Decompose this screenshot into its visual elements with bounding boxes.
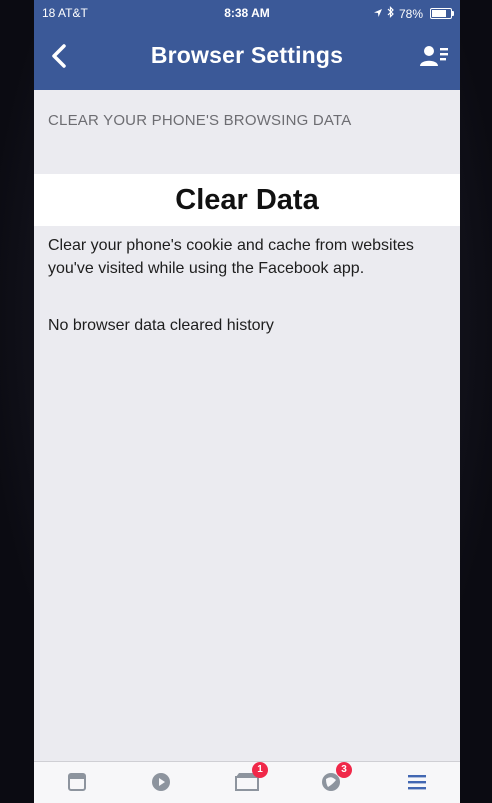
status-bar: 18 AT&T 8:38 AM 78% xyxy=(34,0,460,26)
video-icon xyxy=(150,771,172,798)
news-feed-icon xyxy=(66,771,88,798)
notifications-badge: 3 xyxy=(336,762,352,778)
tab-marketplace[interactable]: 1 xyxy=(230,762,268,798)
clear-data-description: Clear your phone's cookie and cache from… xyxy=(48,237,414,277)
tab-news-feed[interactable] xyxy=(60,770,94,798)
tab-notifications[interactable]: 3 xyxy=(314,762,352,798)
status-right-group: 78% xyxy=(373,6,454,21)
profile-button[interactable] xyxy=(418,42,450,70)
tab-video[interactable] xyxy=(144,770,178,798)
tab-menu[interactable] xyxy=(400,770,434,798)
top-bar: 18 AT&T 8:38 AM 78% Browser Settings xyxy=(34,0,460,90)
menu-icon xyxy=(406,772,428,797)
history-status: No browser data cleared history xyxy=(48,317,274,334)
navigation-bar: Browser Settings xyxy=(34,30,460,86)
location-icon xyxy=(373,7,383,21)
tab-bar: 1 3 xyxy=(34,761,460,803)
battery-level-fill xyxy=(432,10,446,17)
marketplace-badge: 1 xyxy=(252,762,268,778)
section-header: CLEAR YOUR PHONE'S BROWSING DATA xyxy=(48,112,352,129)
clear-data-row[interactable]: Clear Data xyxy=(34,174,460,226)
clear-data-button[interactable]: Clear Data xyxy=(169,183,324,218)
phone-screen: 18 AT&T 8:38 AM 78% Browser Settings CLE… xyxy=(34,0,460,803)
page-title: Browser Settings xyxy=(150,42,344,68)
contact-card-icon xyxy=(418,46,450,74)
battery-icon xyxy=(430,8,454,19)
screenshot-frame: 18 AT&T 8:38 AM 78% Browser Settings CLE… xyxy=(0,0,492,803)
battery-percent: 78% xyxy=(398,6,423,21)
bluetooth-icon xyxy=(387,6,395,21)
